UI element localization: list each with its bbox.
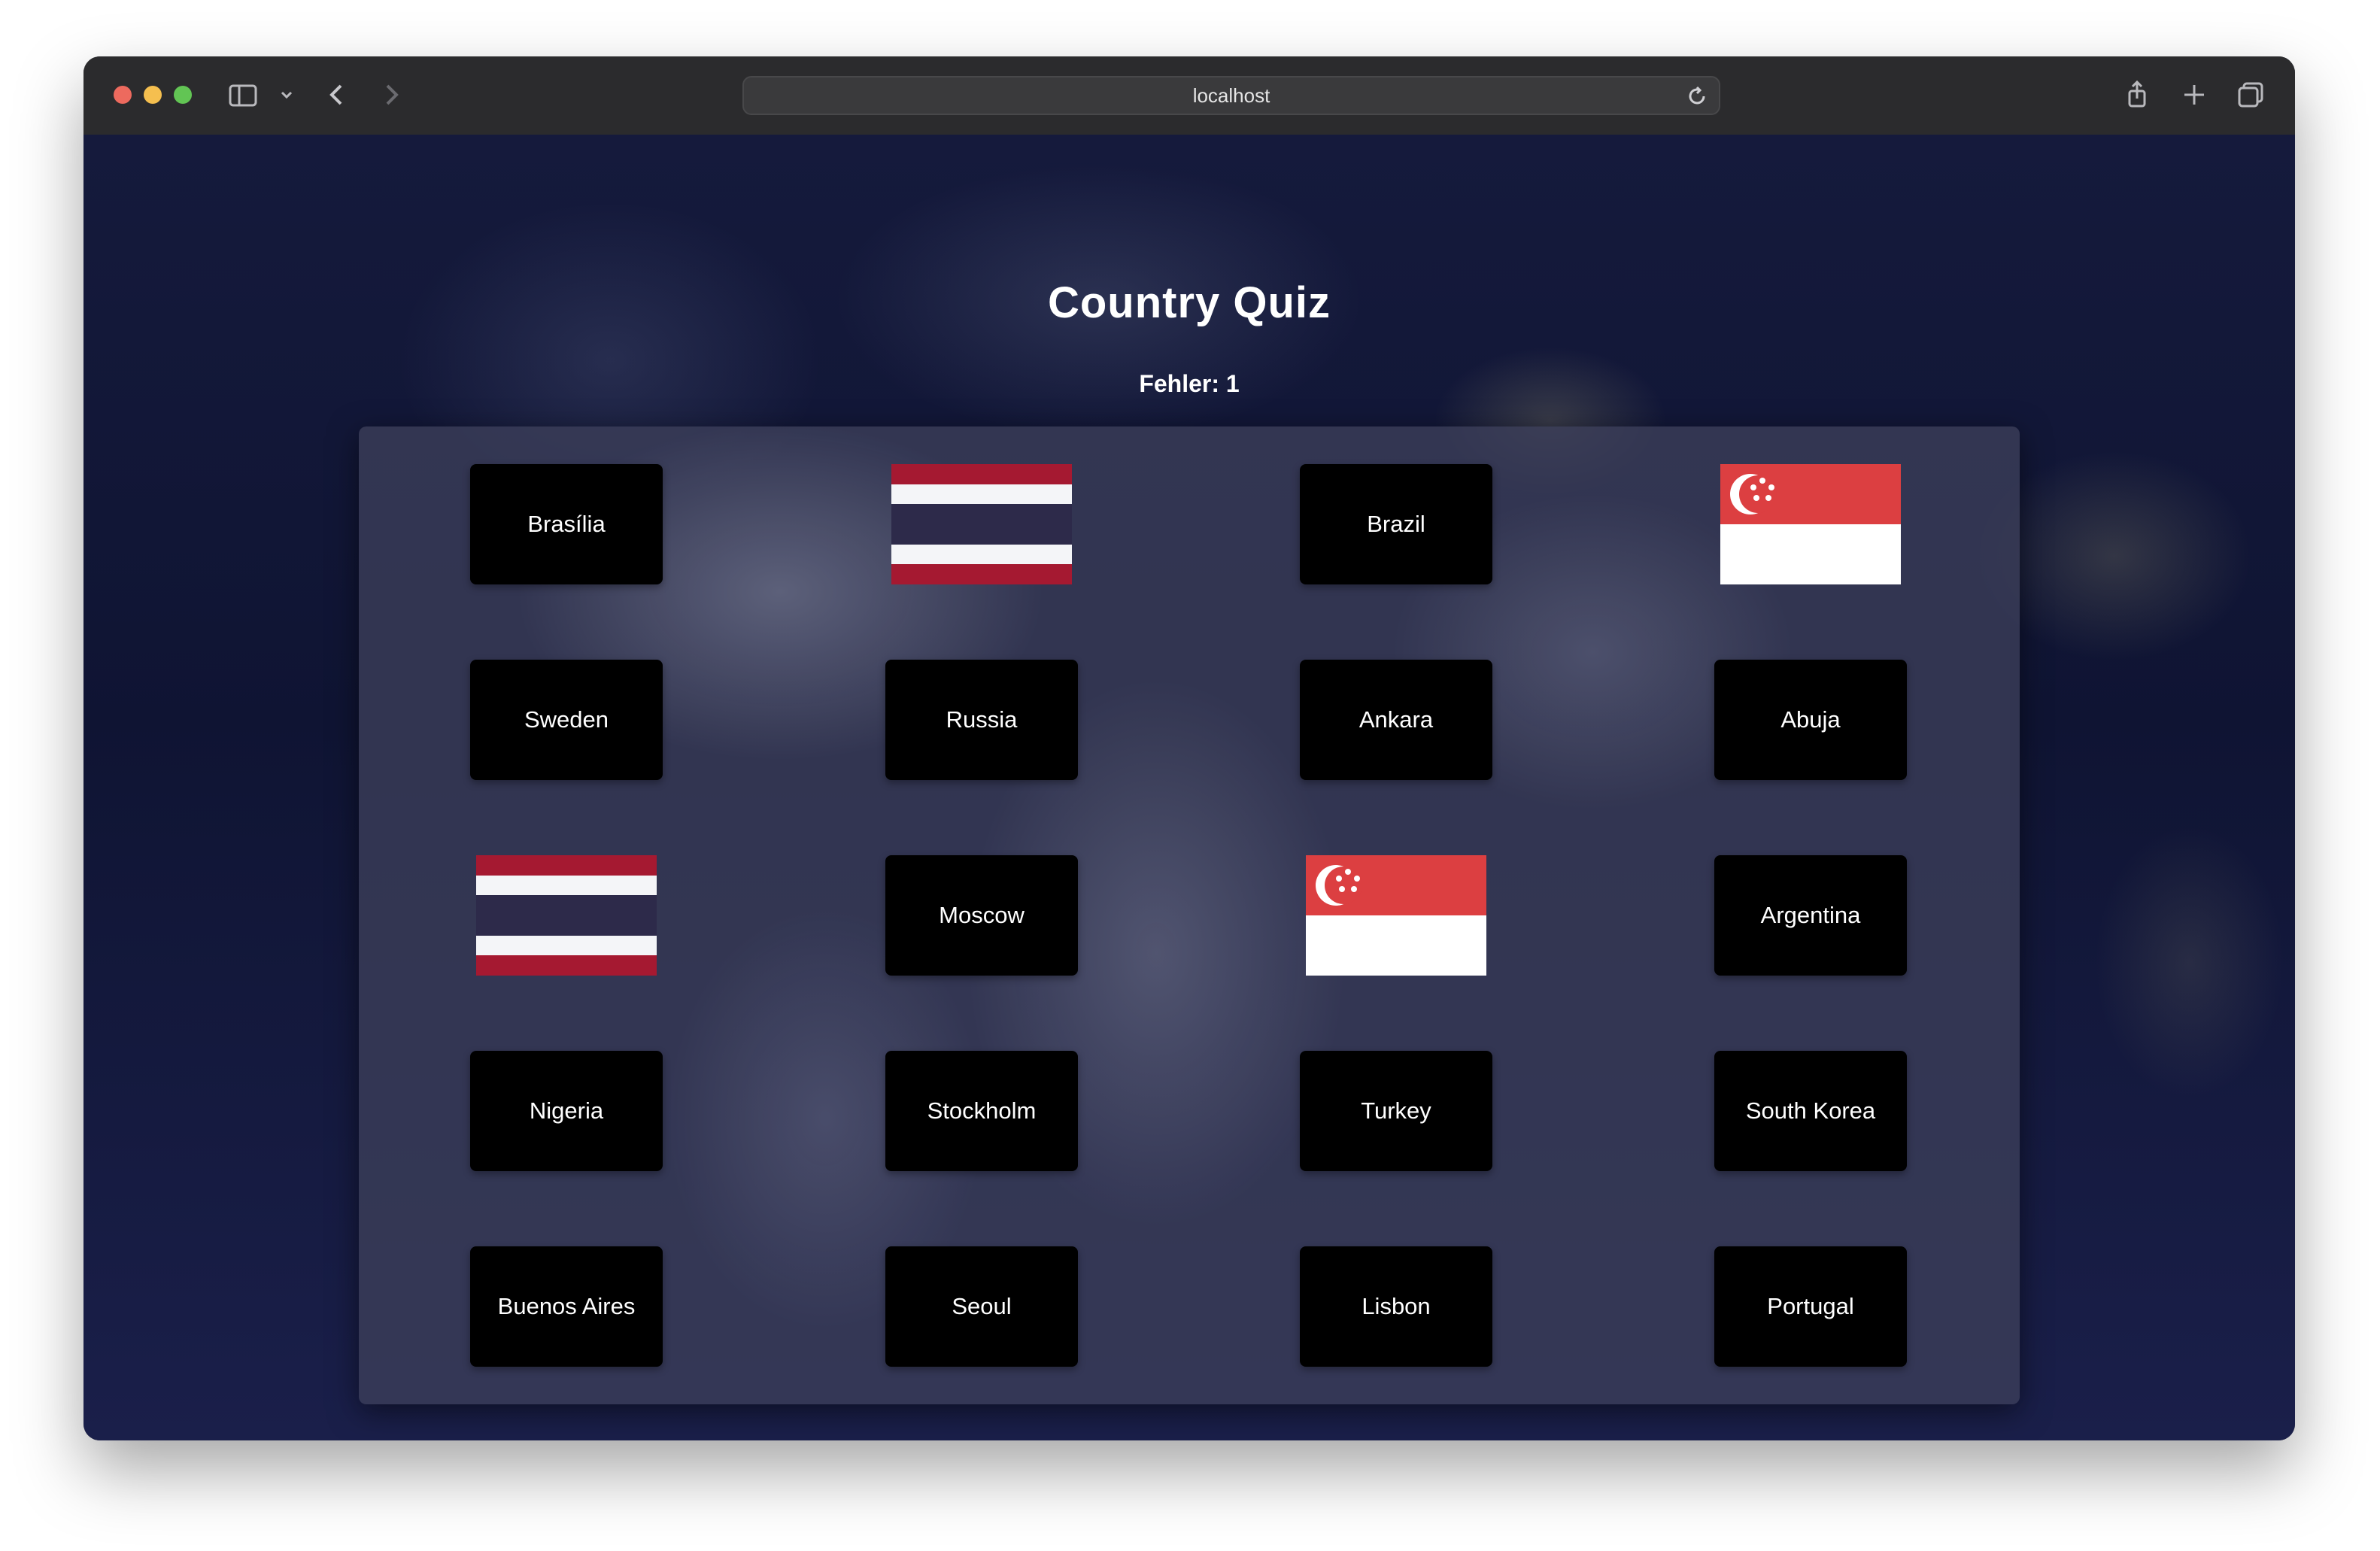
page-content: Country Quiz Fehler: 1 Brasília Brazil Swe… bbox=[83, 135, 2295, 1440]
quiz-card[interactable]: Abuja bbox=[1714, 660, 1907, 780]
quiz-card[interactable]: Turkey bbox=[1300, 1051, 1492, 1171]
thailand-flag-card[interactable] bbox=[891, 464, 1072, 584]
forward-arrow-icon[interactable] bbox=[380, 76, 402, 114]
error-counter: Fehler: 1 bbox=[1139, 370, 1240, 397]
tab-overview-icon[interactable] bbox=[2235, 76, 2268, 114]
sidebar-toggle-icon[interactable] bbox=[228, 76, 258, 114]
zoom-window-button[interactable] bbox=[174, 86, 192, 104]
singapore-flag-card[interactable] bbox=[1720, 464, 1901, 584]
quiz-card[interactable]: Buenos Aires bbox=[470, 1246, 663, 1367]
quiz-card[interactable]: Moscow bbox=[885, 855, 1078, 976]
new-tab-icon[interactable] bbox=[2179, 76, 2209, 114]
quiz-card[interactable]: Stockholm bbox=[885, 1051, 1078, 1171]
address-bar[interactable]: localhost bbox=[742, 76, 1720, 115]
browser-window: localhost Country Quiz Fehler: 1 Brasíli… bbox=[83, 56, 2295, 1440]
quiz-card[interactable]: Sweden bbox=[470, 660, 663, 780]
page-title: Country Quiz bbox=[1047, 278, 1331, 327]
chevron-down-icon[interactable] bbox=[279, 76, 294, 114]
quiz-card[interactable]: Nigeria bbox=[470, 1051, 663, 1171]
browser-toolbar: localhost bbox=[83, 56, 2295, 136]
share-icon[interactable] bbox=[2122, 76, 2152, 114]
quiz-card[interactable]: Lisbon bbox=[1300, 1246, 1492, 1367]
quiz-card[interactable]: Portugal bbox=[1714, 1246, 1907, 1367]
quiz-card[interactable]: Argentina bbox=[1714, 855, 1907, 976]
quiz-card[interactable]: Russia bbox=[885, 660, 1078, 780]
thailand-flag-card[interactable] bbox=[476, 855, 657, 976]
quiz-card[interactable]: Brasília bbox=[470, 464, 663, 584]
quiz-board: Brasília Brazil Sweden Russia Ankara Abuja Mos… bbox=[359, 426, 2020, 1404]
url-text: localhost bbox=[1192, 84, 1270, 107]
minimize-window-button[interactable] bbox=[144, 86, 162, 104]
reload-icon[interactable] bbox=[1686, 85, 1708, 111]
close-window-button[interactable] bbox=[114, 86, 132, 104]
back-arrow-icon[interactable] bbox=[326, 76, 348, 114]
singapore-flag-card[interactable] bbox=[1306, 855, 1486, 976]
quiz-card[interactable]: Ankara bbox=[1300, 660, 1492, 780]
quiz-card[interactable]: Brazil bbox=[1300, 464, 1492, 584]
quiz-card[interactable]: South Korea bbox=[1714, 1051, 1907, 1171]
quiz-card[interactable]: Seoul bbox=[885, 1246, 1078, 1367]
